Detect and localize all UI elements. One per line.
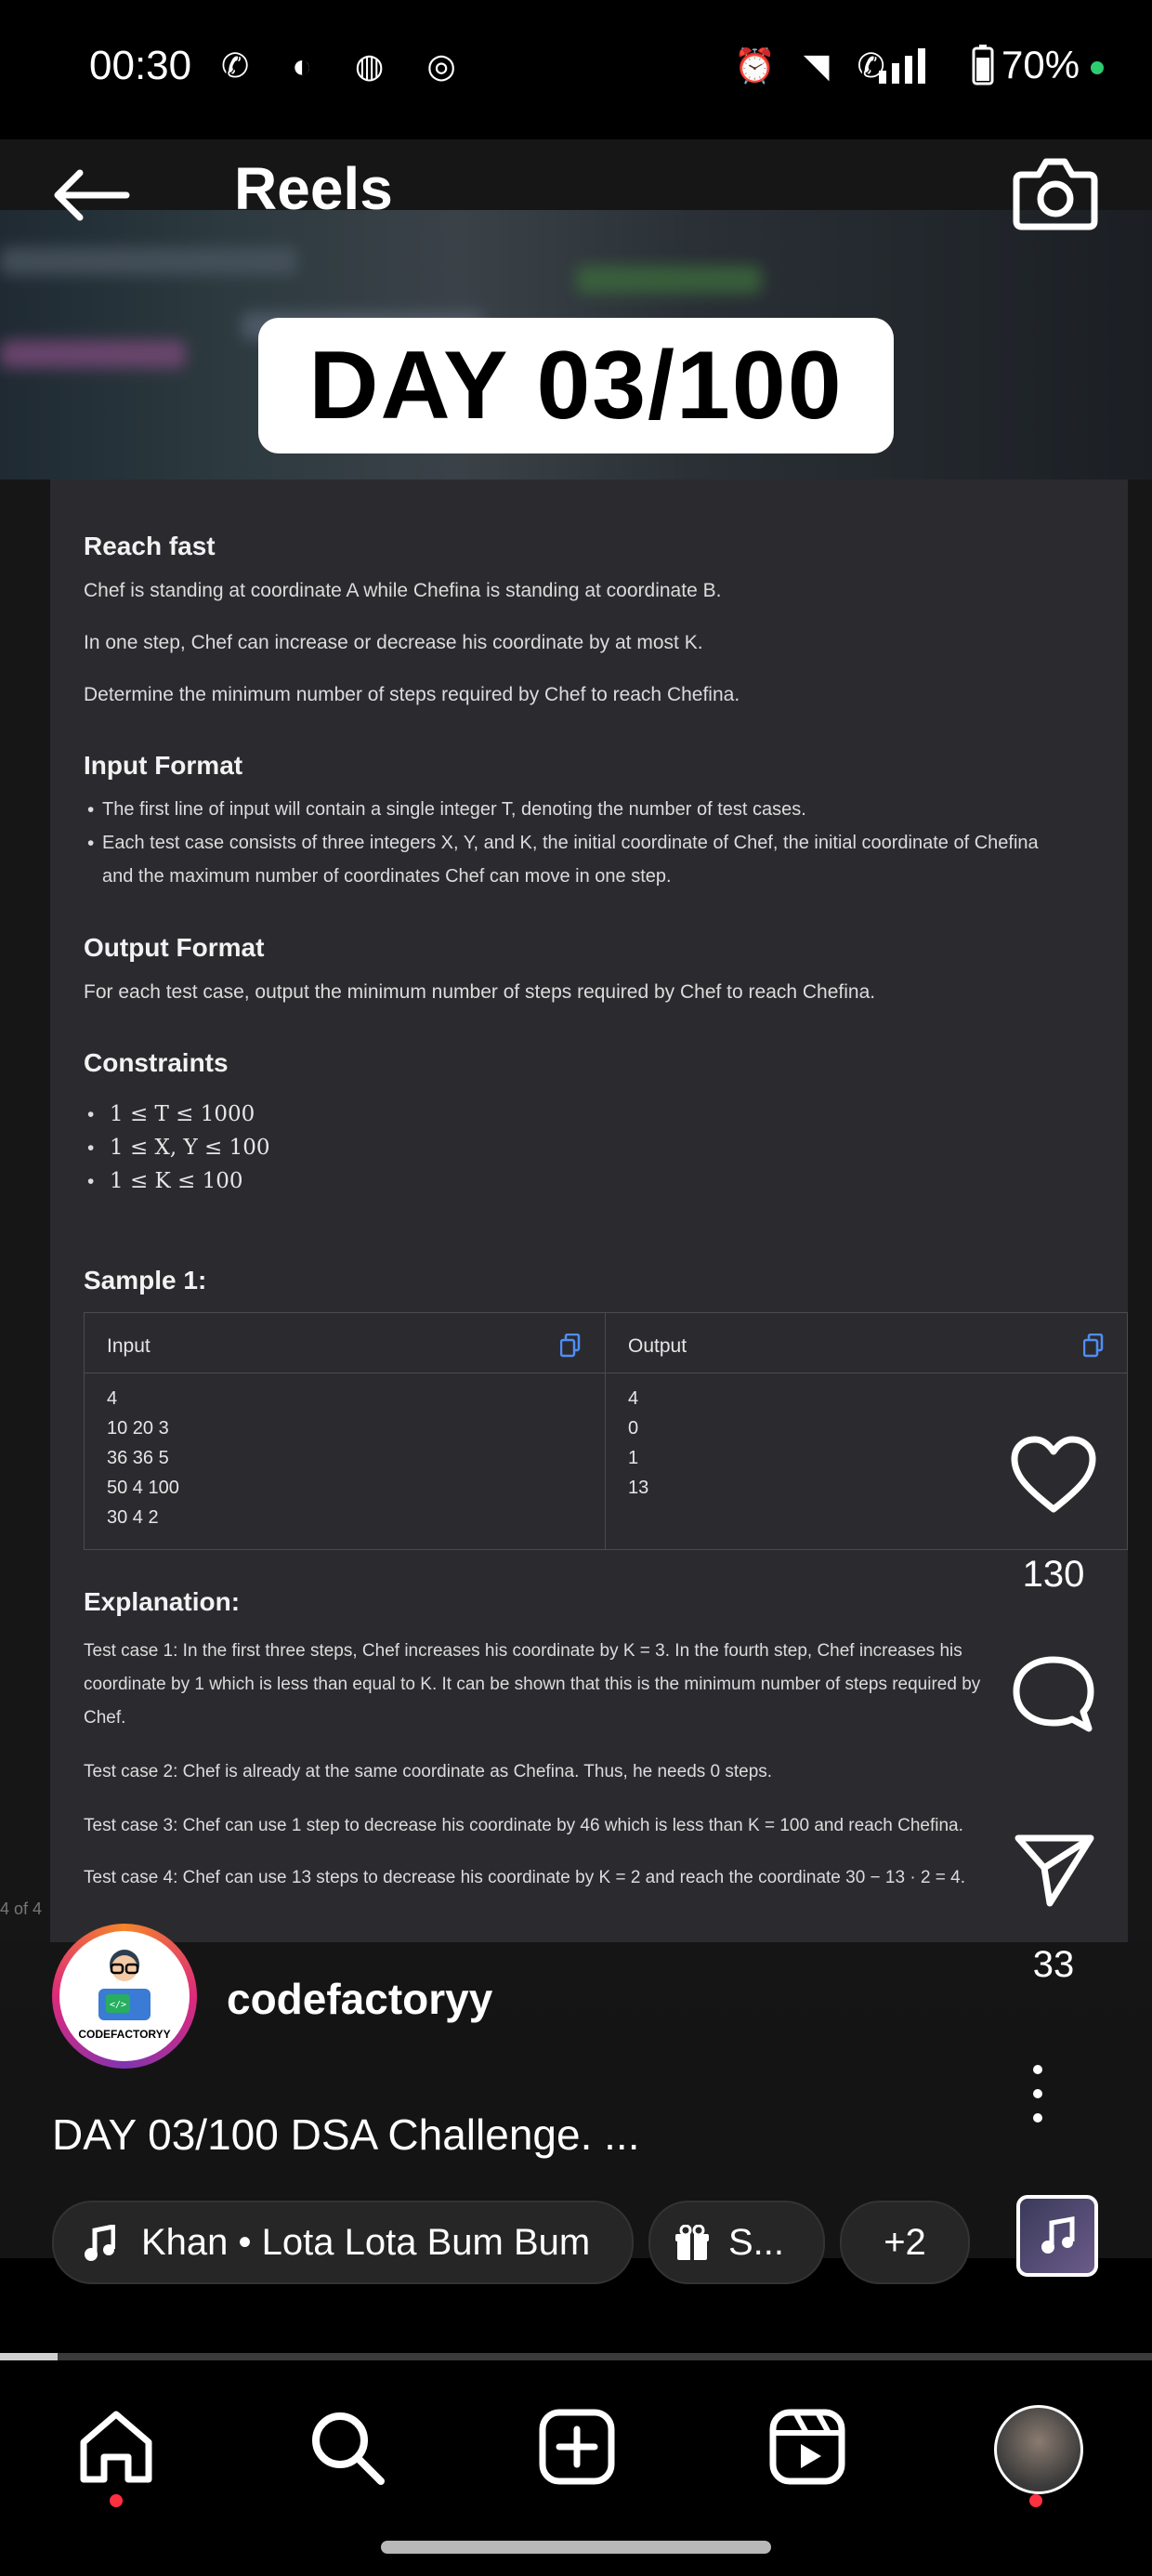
- avatar-caption: CODEFACTORYY: [78, 2028, 171, 2041]
- bullet-dot: •: [87, 799, 95, 821]
- explanation-line: Test case 1: In the first three steps, C…: [84, 1641, 962, 1661]
- camera-icon[interactable]: [1013, 154, 1098, 232]
- audio-label: Khan • Lota Lota Bum Bum: [141, 2222, 591, 2263]
- battery-level: 70%: [1001, 43, 1080, 86]
- copy-icon[interactable]: [1083, 1334, 1104, 1358]
- blur-shape: [576, 266, 762, 294]
- bullet-dot: •: [87, 1171, 95, 1192]
- problem-panel: Reach fast Chef is standing at coordinat…: [50, 480, 1128, 1942]
- status-time: 00:30: [89, 43, 192, 88]
- notification-dot: [1029, 2494, 1042, 2507]
- constraints-heading: Constraints: [84, 1048, 229, 1077]
- avatar[interactable]: </> CODEFACTORYY: [59, 1931, 190, 2061]
- comment-icon[interactable]: [1009, 1652, 1098, 1738]
- back-arrow-icon[interactable]: [52, 167, 130, 223]
- output-format-heading: Output Format: [84, 933, 265, 962]
- gift-pill[interactable]: S...: [648, 2201, 825, 2284]
- avatar-logo-icon: </>: [98, 1950, 151, 2020]
- share-send-icon[interactable]: [1013, 1831, 1096, 1909]
- reel-caption[interactable]: DAY 03/100 DSA Challenge. ...: [52, 2109, 639, 2160]
- sample-heading: Sample 1:: [84, 1266, 207, 1295]
- problem-title: Reach fast: [84, 532, 216, 560]
- reels-icon[interactable]: [767, 2407, 847, 2487]
- svg-text:</>: </>: [110, 2000, 126, 2010]
- signal-icon: [879, 48, 925, 84]
- explanation-line: Chef.: [84, 1708, 126, 1728]
- sample-table: Input 4 10 20 3 36 36 5 50 4 100 30 4 2 …: [84, 1312, 1128, 1550]
- like-heart-icon[interactable]: [1009, 1435, 1098, 1517]
- page-title: Reels: [234, 155, 393, 222]
- copy-icon[interactable]: [560, 1334, 581, 1358]
- username[interactable]: codefactoryy: [227, 1974, 492, 2024]
- share-count: 33: [1032, 1944, 1075, 1985]
- constraint: 1 ≤ T ≤ 1000: [110, 1102, 255, 1126]
- explanation-line: Test case 2: Chef is already at the same…: [84, 1762, 773, 1781]
- notification-dot: [110, 2494, 123, 2507]
- more-options-icon[interactable]: [1033, 2065, 1042, 2123]
- notification-icons: ✆ ◐ ◍ ◎: [221, 46, 473, 85]
- statement-line: Determine the minimum number of steps re…: [84, 684, 740, 705]
- output-text: For each test case, output the minimum n…: [84, 981, 876, 1003]
- bullet-dot: •: [87, 1137, 95, 1159]
- input-bullet: The first line of input will contain a s…: [102, 799, 806, 820]
- explanation-heading: Explanation:: [84, 1587, 241, 1616]
- home-indicator: [381, 2541, 771, 2554]
- statement-line: Chef is standing at coordinate A while C…: [84, 580, 722, 601]
- explanation-line: coordinate by 1 which is less than equal…: [84, 1675, 981, 1694]
- constraint: 1 ≤ X, Y ≤ 100: [110, 1136, 270, 1160]
- sample-input-label: Input: [107, 1335, 151, 1357]
- gift-icon: [675, 2225, 709, 2260]
- sample-output-label: Output: [628, 1335, 687, 1357]
- bullet-dot: •: [87, 1104, 95, 1125]
- more-pill[interactable]: +2: [840, 2201, 970, 2284]
- video-progress-fill: [0, 2353, 58, 2360]
- blur-shape: [0, 247, 297, 275]
- system-icons: ⏰ ◥ ✆: [734, 46, 895, 85]
- input-bullet: and the maximum number of coordinates Ch…: [102, 866, 672, 887]
- day-title-card: DAY 03/100: [258, 318, 894, 453]
- audio-thumbnail[interactable]: [1016, 2195, 1098, 2277]
- sample-input-column: Input 4 10 20 3 36 36 5 50 4 100 30 4 2: [85, 1313, 606, 1549]
- home-icon[interactable]: [76, 2407, 156, 2487]
- statement-line: In one step, Chef can increase or decrea…: [84, 632, 703, 653]
- constraint: 1 ≤ K ≤ 100: [110, 1169, 243, 1193]
- bullet-dot: •: [87, 833, 95, 854]
- create-post-icon[interactable]: [537, 2407, 617, 2487]
- search-icon[interactable]: [307, 2407, 386, 2487]
- input-format-heading: Input Format: [84, 751, 243, 780]
- gift-label: S...: [728, 2222, 785, 2263]
- input-bullet: Each test case consists of three integer…: [102, 833, 1039, 853]
- explanation-line: Test case 4: Chef can use 13 steps to de…: [84, 1868, 966, 1887]
- sample-input-rows: 4 10 20 3 36 36 5 50 4 100 30 4 2: [107, 1388, 179, 1528]
- profile-avatar-icon[interactable]: [994, 2405, 1083, 2494]
- explanation-line: Test case 3: Chef can use 1 step to decr…: [84, 1816, 963, 1835]
- status-bar: 00:30 ✆ ◐ ◍ ◎ ⏰ ◥ ✆ 70%: [0, 0, 1152, 139]
- blur-shape: [0, 340, 186, 368]
- audio-pill[interactable]: Khan • Lota Lota Bum Bum: [52, 2201, 634, 2284]
- video-progress-track[interactable]: [0, 2353, 1152, 2360]
- status-dot: [1091, 61, 1104, 74]
- music-note-icon: [85, 2225, 115, 2261]
- battery-icon: [972, 45, 994, 85]
- sample-output-rows: 4 0 1 13: [628, 1388, 649, 1498]
- page-indicator: 4 of 4: [0, 1899, 43, 1918]
- like-count: 130: [1022, 1554, 1085, 1595]
- music-note-icon: [1041, 2216, 1075, 2254]
